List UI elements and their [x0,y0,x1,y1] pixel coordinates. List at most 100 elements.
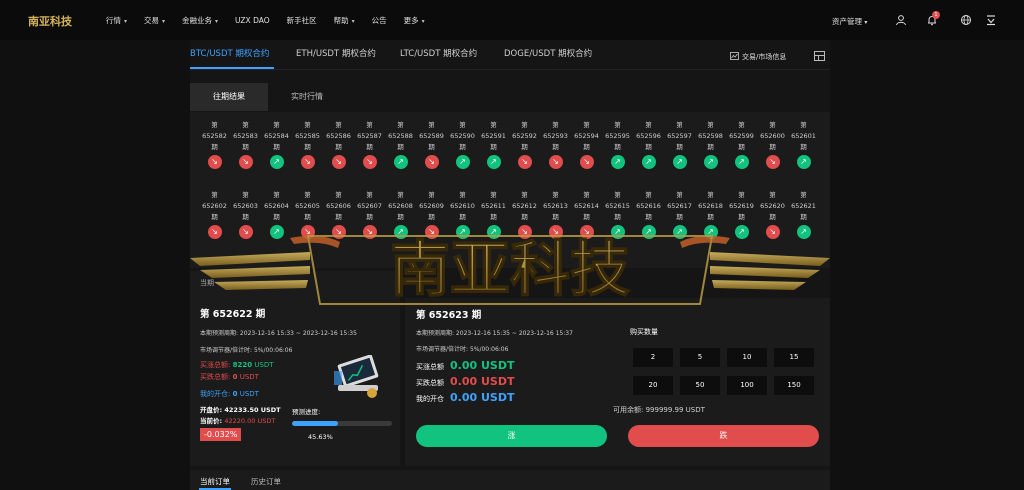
tab-past-results[interactable]: 往期结果 [190,83,268,111]
period-prefix: 第 [273,121,280,129]
period-suffix: 期 [397,213,404,221]
result-cell: 第 652602 期 ↘ [199,190,230,239]
result-cell: 第 652594 期 ↘ [571,120,602,169]
period-suffix: 期 [583,213,590,221]
period-suffix: 期 [273,213,280,221]
result-cell: 第 652613 期 ↘ [540,190,571,239]
period-suffix: 期 [707,213,714,221]
tab-ltc-usdt-option[interactable]: LTC/USDT 期权合约 [400,47,477,59]
period-suffix: 期 [304,143,311,151]
quantity-option-button[interactable]: 5 [680,348,720,367]
trend-up-icon: ↗ [455,225,470,239]
quantity-option-button[interactable]: 2 [633,348,673,367]
period-number: 652586 [326,132,351,140]
trend-down-icon: ↘ [424,225,439,239]
tab-doge-usdt-option[interactable]: DOGE/USDT 期权合约 [504,47,592,59]
period-prefix: 第 [335,121,342,129]
trend-down-icon: ↘ [207,155,222,169]
quantity-option-button[interactable]: 50 [680,376,720,395]
result-cell: 第 652608 期 ↗ [385,190,416,239]
nav-item-0[interactable]: 行情 ▾ [106,15,127,26]
quantity-option-button[interactable]: 150 [774,376,814,395]
tab-live-market[interactable]: 实时行情 [268,83,346,111]
result-cell: 第 652589 期 ↘ [416,120,447,169]
period-suffix: 期 [707,143,714,151]
tab-btc-usdt-option[interactable]: BTC/USDT 期权合约 [190,47,269,59]
chevron-down-icon: ▾ [351,17,355,25]
tab-current-orders[interactable]: 当前订单 [200,476,230,487]
trend-down-icon: ↘ [579,225,594,239]
layout-icon[interactable] [814,51,825,61]
next-adjust-info: 市场调节器/倍计时: 5%/00:06:06 [416,346,509,353]
period-prefix: 第 [273,191,280,199]
quantity-option-button[interactable]: 100 [727,376,767,395]
period-suffix: 期 [583,143,590,151]
order-tabs: 当前订单 历史订单 [190,470,830,490]
period-suffix: 期 [645,143,652,151]
nav-item-1[interactable]: 交易 ▾ [144,15,165,26]
current-label: 当期 [200,279,214,287]
trend-down-icon: ↘ [238,225,253,239]
period-suffix: 期 [521,143,528,151]
trend-down-icon: ↘ [238,155,253,169]
period-prefix: 第 [738,121,745,129]
nav-item-3[interactable]: UZX DAO [235,16,270,25]
globe-icon[interactable] [960,14,972,26]
period-number: 652613 [543,202,568,210]
trade-my-open: 我的开仓 0.00 USDT [416,391,515,404]
period-number: 652620 [760,202,785,210]
tab-order-history[interactable]: 历史订单 [251,476,281,487]
result-cell: 第 652610 期 ↗ [447,190,478,239]
period-prefix: 第 [490,191,497,199]
period-suffix: 期 [490,213,497,221]
trend-down-icon: ↘ [362,225,377,239]
buy-up-button[interactable]: 涨 [416,425,607,447]
period-number: 652585 [295,132,320,140]
quantity-option-button[interactable]: 15 [774,348,814,367]
period-suffix: 期 [366,213,373,221]
nav-item-6[interactable]: 公告 [372,15,387,26]
trading-illustration [334,355,379,398]
period-suffix: 期 [242,143,249,151]
market-info-link[interactable]: 交易/市场信息 [730,52,786,62]
trend-up-icon: ↗ [734,155,749,169]
nav-item-5[interactable]: 帮助 ▾ [334,15,355,26]
trend-down-icon: ↘ [765,155,780,169]
nav-item-label: 金融业务 [182,15,213,25]
period-prefix: 第 [707,191,714,199]
buy-quantity-label: 购买数量 [630,328,658,336]
period-number: 652608 [388,202,413,210]
nav-item-2[interactable]: 金融业务 ▾ [182,15,218,26]
period-number: 652616 [636,202,661,210]
nav-item-4[interactable]: 新手社区 [287,15,317,26]
buy-down-button[interactable]: 跌 [628,425,819,447]
adjust-info: 市场调节器/倍计时: 5%/00:06:06 [200,347,293,354]
tab-eth-usdt-option[interactable]: ETH/USDT 期权合约 [296,47,376,59]
period-number: 652617 [667,202,692,210]
period-suffix: 期 [521,213,528,221]
period-prefix: 第 [800,191,807,199]
nav-item-7[interactable]: 更多 ▾ [404,15,425,26]
period-number: 652594 [574,132,599,140]
quantity-option-button[interactable]: 10 [727,348,767,367]
period-suffix: 期 [738,213,745,221]
brand-logo[interactable]: 南亚科技 [28,8,72,32]
quantity-option-button[interactable]: 20 [633,376,673,395]
chevron-down-icon: ▾ [162,17,166,25]
result-cell: 第 652618 期 ↗ [695,190,726,239]
period-suffix: 期 [800,213,807,221]
user-icon[interactable] [895,14,907,26]
result-cell: 第 652588 期 ↗ [385,120,416,169]
period-prefix: 第 [552,121,559,129]
period-number: 652612 [512,202,537,210]
asset-management-menu[interactable]: 资产管理 ▾ [832,16,867,27]
period-number: 652599 [729,132,754,140]
period-suffix: 期 [428,143,435,151]
period-suffix: 期 [273,143,280,151]
trend-down-icon: ↘ [331,225,346,239]
period-suffix: 期 [211,213,218,221]
download-icon[interactable] [985,14,997,26]
trend-up-icon: ↗ [269,225,284,239]
nav-item-label: UZX DAO [235,15,270,25]
chevron-down-icon: ▾ [421,17,425,25]
